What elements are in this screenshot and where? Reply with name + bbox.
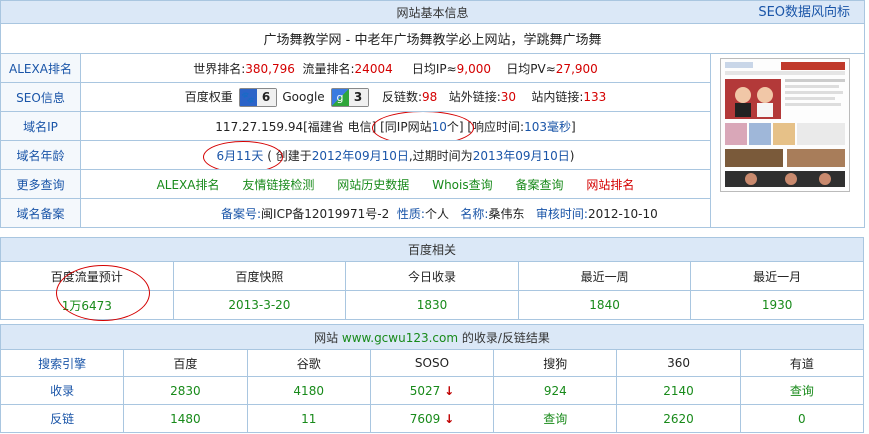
link-icp[interactable]: 备案查询: [516, 178, 564, 192]
arrow-down-icon: ↓: [444, 411, 455, 426]
backlink-sogou-query[interactable]: 查询: [493, 404, 618, 433]
table-row: 收录 2830 4180 5027 ↓ 924 2140 查询: [0, 376, 865, 405]
more-links-row: ALEXA排名 友情链接检测 网站历史数据 Whois查询 备案查询 网站排名: [80, 169, 711, 199]
domain-age: 6月11天: [202, 141, 283, 169]
inlinks-count: 133: [583, 89, 607, 104]
site-domain[interactable]: www.gcwu123.com: [342, 331, 458, 345]
engine-col-soso: SOSO: [369, 349, 495, 377]
google-pr-icon: g: [331, 88, 349, 106]
icp-nature: 个人: [424, 206, 449, 221]
icp-label: 域名备案: [0, 198, 81, 228]
backlink-soso-cell: 7609 ↓: [369, 404, 495, 433]
age-label: 域名年龄: [0, 140, 81, 170]
expire-date: 2013年09月10日: [472, 148, 570, 163]
basic-info-header: 网站基本信息 SEO数据风向标: [0, 0, 866, 24]
link-alexa-rank[interactable]: ALEXA排名: [157, 178, 220, 192]
ip-label: 域名IP: [0, 111, 81, 141]
response-time: 103毫秒: [524, 119, 572, 134]
engine-col-label: 搜索引擎: [0, 349, 125, 377]
backlink-baidu[interactable]: 1480: [123, 404, 248, 433]
link-history[interactable]: 网站历史数据: [337, 178, 409, 192]
indexed-youdao-query[interactable]: 查询: [739, 376, 865, 405]
link-whois[interactable]: Whois查询: [432, 178, 492, 192]
search-engine-panel: 网站 www.gcwu123.com 的收录/反链结果 搜索引擎 百度 谷歌 S…: [0, 324, 865, 433]
alexa-label: ALEXA排名: [0, 53, 81, 83]
engine-col-baidu: 百度: [123, 349, 248, 377]
indexed-360[interactable]: 2140: [616, 376, 741, 405]
baidu-weight-badge[interactable]: 🐾 6: [238, 87, 277, 107]
backlinks-count: 98: [422, 89, 438, 104]
alexa-row: 世界排名:380,796 流量排名:24004 日均IP≈9,000 日均PV≈…: [80, 53, 711, 83]
more-label: 更多查询: [0, 169, 81, 199]
baidu-today-value: 1830: [345, 290, 519, 320]
icp-name: 桑伟东: [488, 206, 525, 221]
backlink-google[interactable]: 11: [246, 404, 371, 433]
baidu-header: 百度相关: [0, 237, 864, 262]
icp-row: 备案号:闽ICP备12019971号-2 性质:个人 名称:桑伟东 审核时间:2…: [80, 198, 711, 228]
site-title: 广场舞教学网 - 中老年广场舞教学必上网站，学跳舞广场舞: [0, 23, 866, 54]
icp-date: 2012-10-10: [587, 206, 658, 221]
world-rank: 380,796: [245, 61, 295, 76]
arrow-down-icon: ↓: [444, 383, 455, 398]
indexed-baidu[interactable]: 2830: [123, 376, 248, 405]
indexed-google[interactable]: 4180: [246, 376, 371, 405]
baidu-snapshot-value: 2013-3-20: [172, 290, 347, 320]
row-label-backlinks: 反链: [0, 404, 125, 433]
seo-trend-link[interactable]: SEO数据风向标: [758, 2, 850, 23]
ip-row: 117.27.159.94[福建省 电信] [同IP网站10个] [响应时间:1…: [80, 111, 711, 141]
age-row: 6月11天 ( 创建于2012年09月10日,过期时间为2013年09月10日): [80, 140, 711, 170]
icp-number: 闽ICP备12019971号-2: [261, 206, 390, 221]
indexed-sogou[interactable]: 924: [493, 376, 618, 405]
baidu-col-month: 最近一月: [690, 261, 864, 291]
indexed-soso[interactable]: 5027: [410, 384, 441, 398]
baidu-col-week: 最近一周: [517, 261, 692, 291]
backlink-360[interactable]: 2620: [616, 404, 741, 433]
table-row: 反链 1480 11 7609 ↓ 查询 2620 0: [0, 404, 865, 433]
baidu-traffic-value: 1万6473: [0, 290, 174, 320]
created-date: 2012年09月10日: [311, 148, 409, 163]
baidu-panel: 百度相关 百度流量预计 百度快照 今日收录 最近一周 最近一月 1万6473 2…: [0, 237, 864, 320]
row-label-indexed: 收录: [0, 376, 125, 405]
daily-ip: 9,000: [456, 61, 492, 76]
baidu-col-traffic: 百度流量预计: [0, 261, 174, 291]
backlink-soso[interactable]: 7609: [410, 412, 441, 426]
daily-pv: 27,900: [555, 61, 598, 76]
outlinks-count: 30: [500, 89, 517, 104]
engine-col-google: 谷歌: [246, 349, 371, 377]
seo-label: SEO信息: [0, 82, 81, 112]
backlink-youdao[interactable]: 0: [739, 404, 865, 433]
same-ip-sites[interactable]: [同IP网站10个]: [372, 112, 475, 140]
baidu-col-today: 今日收录: [345, 261, 519, 291]
site-screenshot[interactable]: [720, 58, 850, 192]
engine-col-youdao: 有道: [739, 349, 865, 377]
indexed-soso-cell: 5027 ↓: [369, 376, 495, 405]
baidu-week-value: 1840: [517, 290, 692, 320]
link-friend-links[interactable]: 友情链接检测: [242, 178, 314, 192]
seo-row: 百度权重 🐾 6 Google g3 反链数:98 站外链接:30 站内链接:13…: [80, 82, 711, 112]
search-engine-header: 网站 www.gcwu123.com 的收录/反链结果: [0, 324, 864, 350]
baidu-paw-icon: 🐾: [239, 88, 257, 106]
engine-col-sogou: 搜狗: [493, 349, 618, 377]
link-site-rank[interactable]: 网站排名: [586, 178, 634, 192]
site-screenshot-image: [721, 59, 849, 191]
traffic-rank: 24004: [354, 61, 393, 76]
basic-info-title: 网站基本信息: [396, 5, 469, 20]
engine-col-360: 360: [616, 349, 741, 377]
google-pr-badge[interactable]: g3: [330, 87, 369, 107]
ip-address: 117.27.159.94[福建省 电信]: [215, 119, 377, 134]
baidu-col-snapshot: 百度快照: [172, 261, 347, 291]
baidu-month-value: 1930: [690, 290, 864, 320]
